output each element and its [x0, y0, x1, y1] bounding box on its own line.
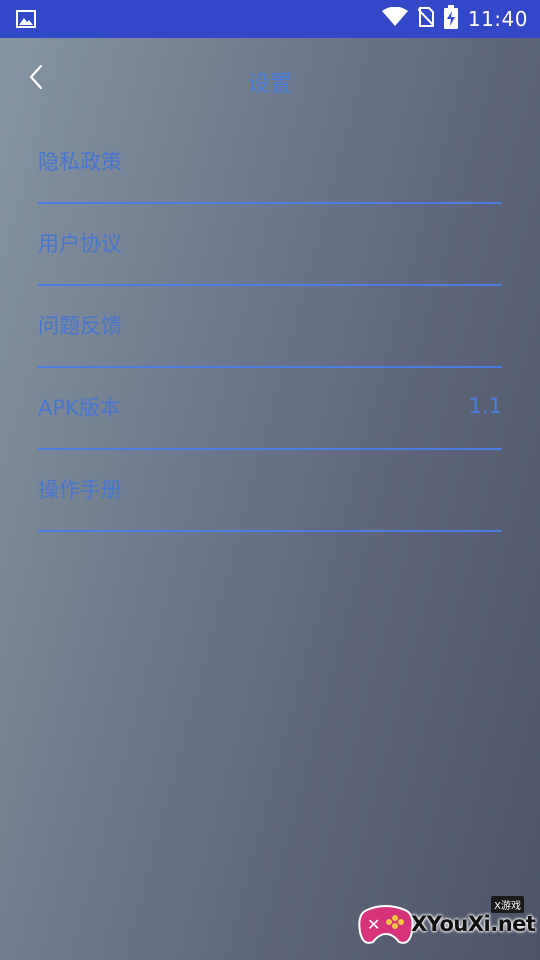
svg-text:✕: ✕	[367, 915, 380, 934]
settings-item-manual[interactable]: 操作手册	[38, 450, 502, 532]
watermark-badge: X游戏	[491, 896, 524, 913]
page-title: 设置	[247, 72, 292, 97]
settings-item-apk-version[interactable]: APK版本 1.1	[38, 368, 502, 450]
no-sim-icon	[417, 7, 435, 31]
settings-list: 隐私政策 用户协议 问题反馈 APK版本 1.1 操作手册	[38, 122, 502, 532]
battery-charging-icon	[443, 5, 458, 33]
status-time: 11:40	[467, 7, 528, 31]
settings-item-feedback[interactable]: 问题反馈	[38, 286, 502, 368]
gamepad-logo-icon: ✕	[357, 902, 415, 948]
settings-item-label: 隐私政策	[38, 150, 122, 174]
status-bar: 11:40	[0, 0, 540, 38]
image-icon	[16, 9, 36, 29]
settings-item-label: 问题反馈	[38, 314, 122, 338]
watermark: ✕ X游戏 XYouXi.net	[357, 896, 536, 954]
settings-item-label: 操作手册	[38, 478, 122, 502]
header: 设置	[0, 38, 540, 122]
status-icons: 11:40	[381, 0, 528, 38]
settings-item-label: APK版本	[38, 396, 121, 420]
settings-item-privacy-policy[interactable]: 隐私政策	[38, 122, 502, 204]
settings-item-label: 用户协议	[38, 232, 122, 256]
watermark-text: XYouXi.net	[411, 912, 536, 936]
apk-version-value: 1.1	[468, 394, 502, 418]
settings-item-user-agreement[interactable]: 用户协议	[38, 204, 502, 286]
wifi-icon	[381, 6, 408, 31]
